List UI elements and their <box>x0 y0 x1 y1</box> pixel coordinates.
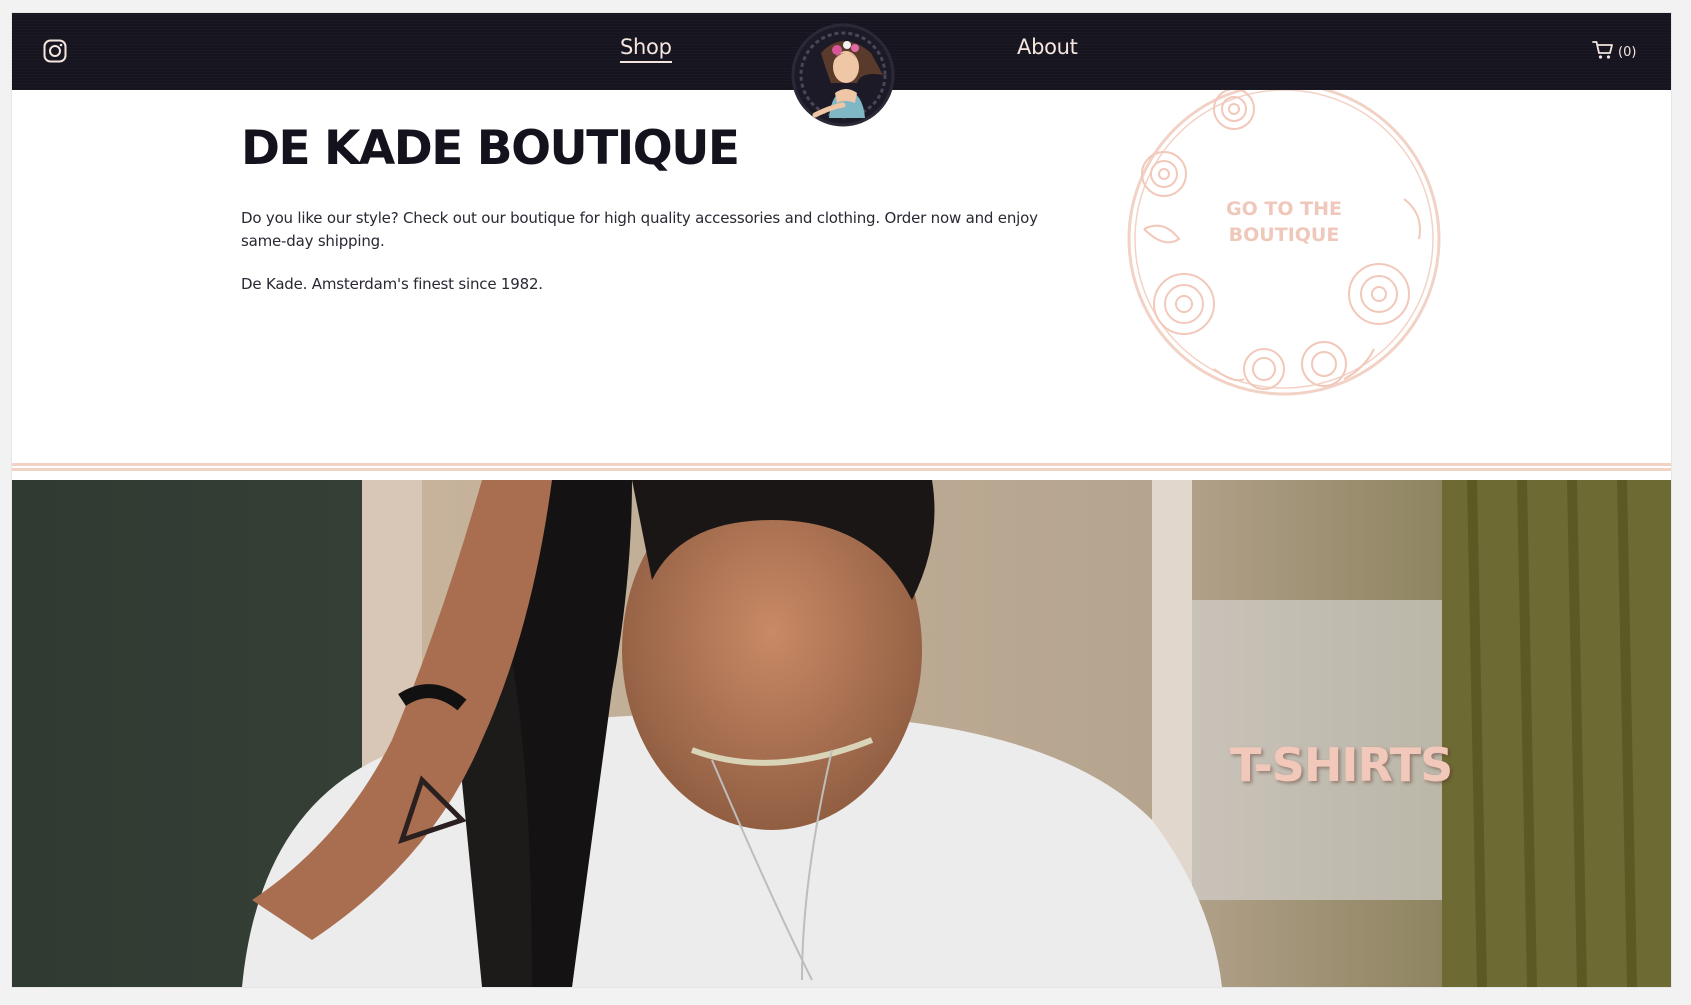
brand-logo[interactable] <box>791 23 895 127</box>
cart-icon <box>1592 40 1614 64</box>
cart-button[interactable]: (0) <box>1592 41 1636 63</box>
banner-label: T-SHIRTS <box>1230 738 1453 792</box>
section-divider <box>12 463 1671 471</box>
hero-tagline: De Kade. Amsterdam's finest since 1982. <box>241 275 543 293</box>
page-title: DE KADE BOUTIQUE <box>241 121 740 176</box>
hero-description: Do you like our style? Check out our bou… <box>241 209 1038 250</box>
page-frame: Shop About (0) DE KADE BOUTIQUE Do you l… <box>12 13 1671 987</box>
cart-count: (0) <box>1618 44 1637 60</box>
tshirts-banner-image <box>12 480 1671 987</box>
boutique-link-label: GO TO THE BOUTIQUE <box>1226 198 1342 246</box>
nav-link-about[interactable]: About <box>1017 35 1078 59</box>
nav-link-shop[interactable]: Shop <box>620 35 672 63</box>
instagram-icon[interactable] <box>43 39 67 63</box>
tshirts-banner[interactable]: T-SHIRTS <box>12 480 1671 987</box>
